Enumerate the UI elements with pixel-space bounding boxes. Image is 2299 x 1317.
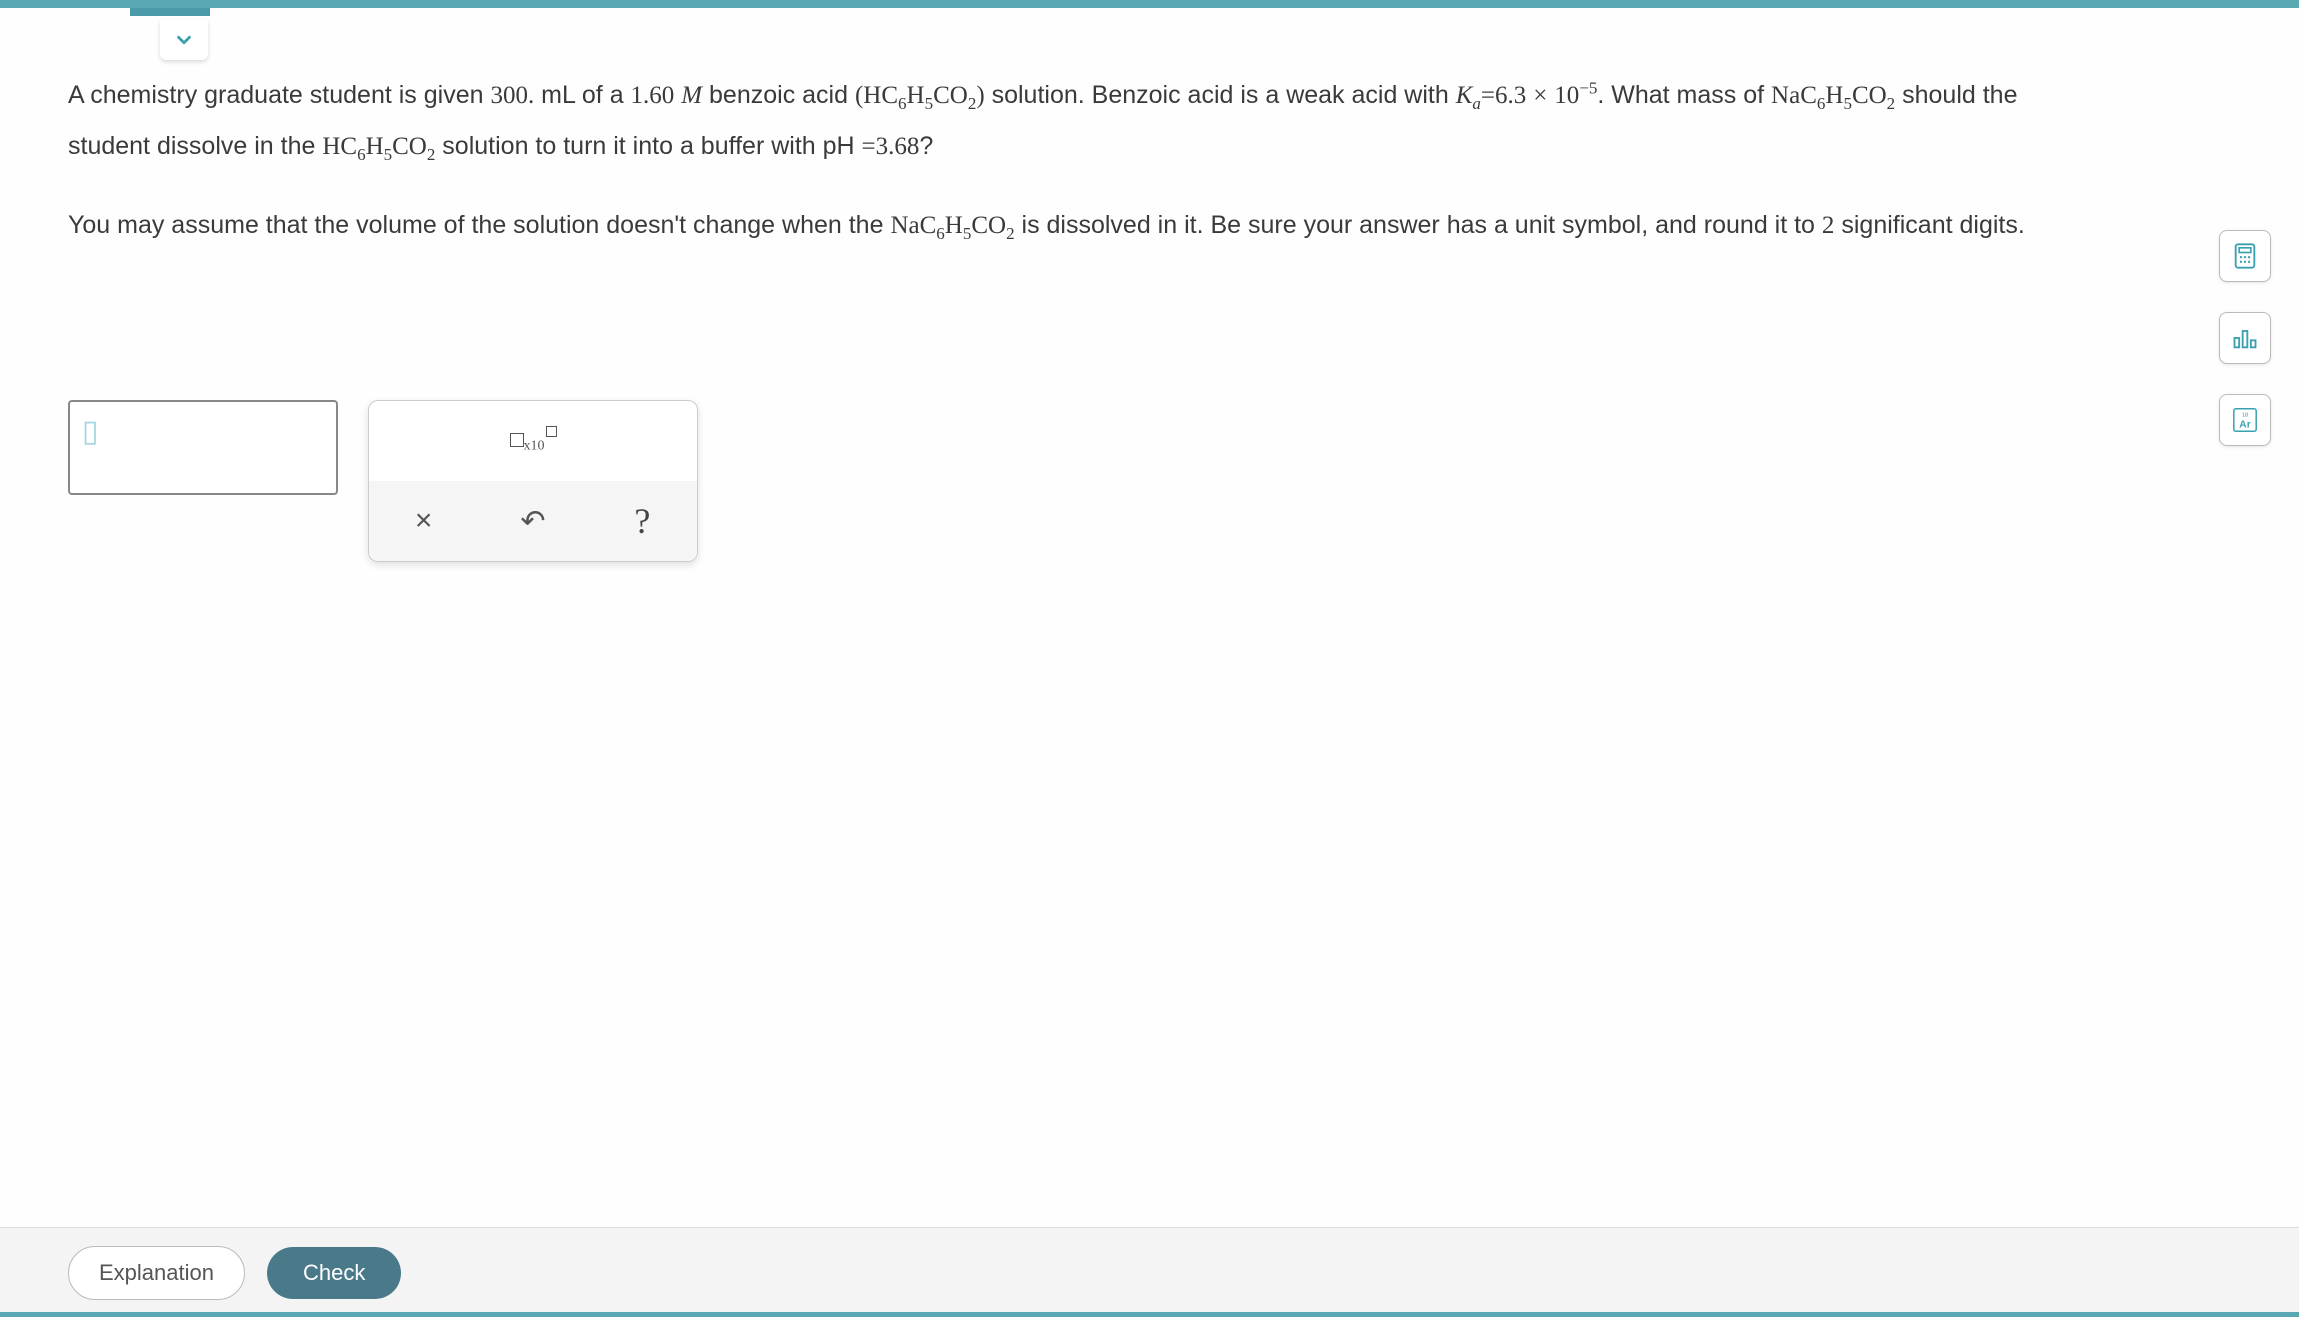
help-button[interactable]: ? [617,496,667,546]
calculator-button[interactable] [2219,230,2271,282]
top-accent-bar [0,0,2299,8]
undo-button[interactable]: ↶ [508,496,558,546]
text: A chemistry graduate student is given [68,81,490,109]
answer-input[interactable]: ▯ [68,400,338,495]
periodic-table-icon: 18 Ar [2231,406,2259,434]
molar-symbol: M [681,82,702,109]
text: mL of a [534,81,630,109]
equation-toolbox: x10 × ↶ ? [368,400,698,562]
sigfig-count: 2 [1822,212,1835,239]
formula-salt-2: NaC6H5CO2 [890,212,1014,239]
input-cursor-glyph: ▯ [82,415,99,448]
mantissa-box-icon [510,433,524,447]
text: ? [919,132,933,160]
ka-value: 6.3 [1495,82,1526,109]
ph-value: 3.68 [876,133,920,160]
formula-salt: NaC6H5CO2 [1771,82,1895,109]
periodic-table-button[interactable]: 18 Ar [2219,394,2271,446]
expand-toggle[interactable] [160,20,208,60]
text: solution. Benzoic acid is a weak acid wi… [985,81,1456,109]
clear-button[interactable]: × [399,496,449,546]
check-button[interactable]: Check [267,1247,401,1299]
element-symbol: Ar [2239,419,2250,430]
x-icon: × [415,504,433,538]
scientific-notation-button[interactable]: x10 [510,426,557,455]
active-tab-indicator [130,8,210,16]
question-mark-icon: ? [634,500,650,542]
text: benzoic acid [702,81,855,109]
answer-area: ▯ x10 × ↶ ? [68,400,698,562]
times: × [1533,82,1547,109]
text: You may assume that the volume of the so… [68,211,890,239]
bottom-accent-bar [0,1312,2299,1317]
question-text: A chemistry graduate student is given 30… [68,70,2079,251]
paren-close: ) [976,82,984,109]
exponent-box-icon [546,426,557,437]
text: significant digits. [1834,211,2024,239]
explanation-button[interactable]: Explanation [68,1246,245,1300]
volume-value: 300. [490,82,534,109]
x10-label: x10 [524,439,545,454]
bar-chart-icon [2231,324,2259,352]
element-number: 18 [2242,412,2248,418]
ten: 10 [1554,82,1579,109]
text: solution to turn it into a buffer with p… [435,132,861,160]
side-toolbar: 18 Ar [2219,230,2271,446]
ka-symbol: Ka [1456,82,1481,109]
equals-2: = [862,133,876,160]
calculator-icon [2231,242,2259,270]
chevron-down-icon [173,29,195,51]
footer-bar: Explanation Check [0,1227,2299,1317]
formula-acid-2: HC6H5CO2 [322,133,435,160]
formula-acid: HC6H5CO2 [863,82,976,109]
text: is dissolved in it. Be sure your answer … [1015,211,1822,239]
text: . What mass of [1597,81,1771,109]
stats-button[interactable] [2219,312,2271,364]
equals: = [1481,82,1495,109]
undo-icon: ↶ [520,504,545,539]
concentration-value: 1.60 [631,82,675,109]
ka-exponent: −5 [1579,79,1597,98]
